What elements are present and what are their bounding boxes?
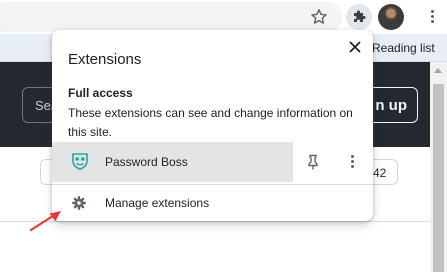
scrollbar-thumb[interactable]: [433, 84, 444, 272]
address-bar[interactable]: [0, 2, 342, 32]
extensions-button[interactable]: [346, 4, 372, 30]
scroll-up-icon[interactable]: [434, 68, 442, 73]
extension-menu-icon[interactable]: [349, 154, 355, 170]
manage-extensions-link[interactable]: Manage extensions: [105, 196, 209, 210]
annotation-arrow-icon: [29, 211, 61, 232]
extension-name: Password Boss: [105, 155, 188, 169]
password-boss-icon: [71, 151, 89, 171]
popup-title: Extensions: [68, 51, 142, 68]
section-title: Full access: [68, 86, 133, 100]
browser-menu-icon[interactable]: [426, 8, 438, 26]
extension-row-actions: [293, 142, 373, 182]
extensions-popup: Extensions Full access These extensions …: [52, 30, 373, 221]
pin-icon[interactable]: [307, 154, 319, 170]
popup-divider: [52, 184, 373, 185]
scrollbar[interactable]: [430, 62, 447, 272]
avatar[interactable]: [378, 4, 404, 30]
gear-icon[interactable]: [72, 196, 86, 210]
star-icon[interactable]: [309, 7, 329, 27]
content-divider: [0, 221, 430, 222]
section-description: These extensions can see and change info…: [68, 106, 353, 139]
puzzle-piece-icon: [354, 10, 366, 22]
reading-list-link[interactable]: Reading list: [372, 41, 435, 55]
close-icon[interactable]: [348, 40, 362, 54]
browser-toolbar: [0, 0, 447, 34]
